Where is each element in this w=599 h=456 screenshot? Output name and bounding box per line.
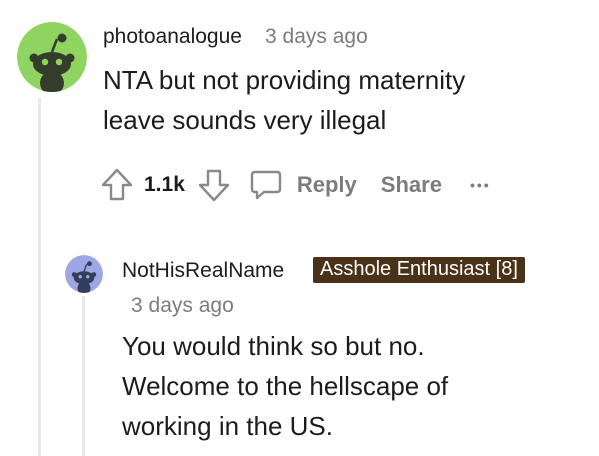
share-button[interactable]: Share (381, 172, 442, 198)
thread-line-main[interactable] (38, 98, 41, 456)
comment-timestamp[interactable]: 3 days ago (265, 25, 368, 49)
reply-body-line: working in the US. (122, 411, 333, 441)
comment-action-bar: 1.1k Reply Share ••• (100, 166, 491, 204)
reply-timestamp[interactable]: 3 days ago (131, 294, 234, 318)
downvote-icon[interactable] (197, 167, 231, 203)
reply-button-label: Reply (296, 172, 357, 197)
more-options-icon[interactable]: ••• (470, 177, 491, 193)
comment-bubble-icon (249, 168, 283, 202)
thread-line-reply[interactable] (82, 296, 85, 456)
reply-button[interactable]: Reply (249, 168, 357, 202)
reply-body: You would think so but no. Welcome to th… (122, 326, 448, 446)
avatar[interactable] (17, 22, 87, 92)
reply-avatar[interactable] (65, 255, 103, 293)
reply-username[interactable]: NotHisRealName (122, 259, 284, 283)
comment-body-line: NTA but not providing maternity (103, 65, 466, 95)
snoo-avatar-icon (17, 22, 87, 92)
user-flair-badge: Asshole Enthusiast [8] (313, 257, 525, 283)
comment-body-line: leave sounds very illegal (103, 105, 387, 135)
vote-count: 1.1k (144, 173, 185, 196)
snoo-avatar-icon (65, 255, 103, 293)
reply-body-line: Welcome to the hellscape of (122, 371, 449, 401)
reply-body-line: You would think so but no. (122, 331, 425, 361)
comment-body: NTA but not providing maternity leave so… (103, 60, 465, 140)
comment-username[interactable]: photoanalogue (103, 25, 242, 49)
upvote-icon[interactable] (100, 167, 134, 203)
